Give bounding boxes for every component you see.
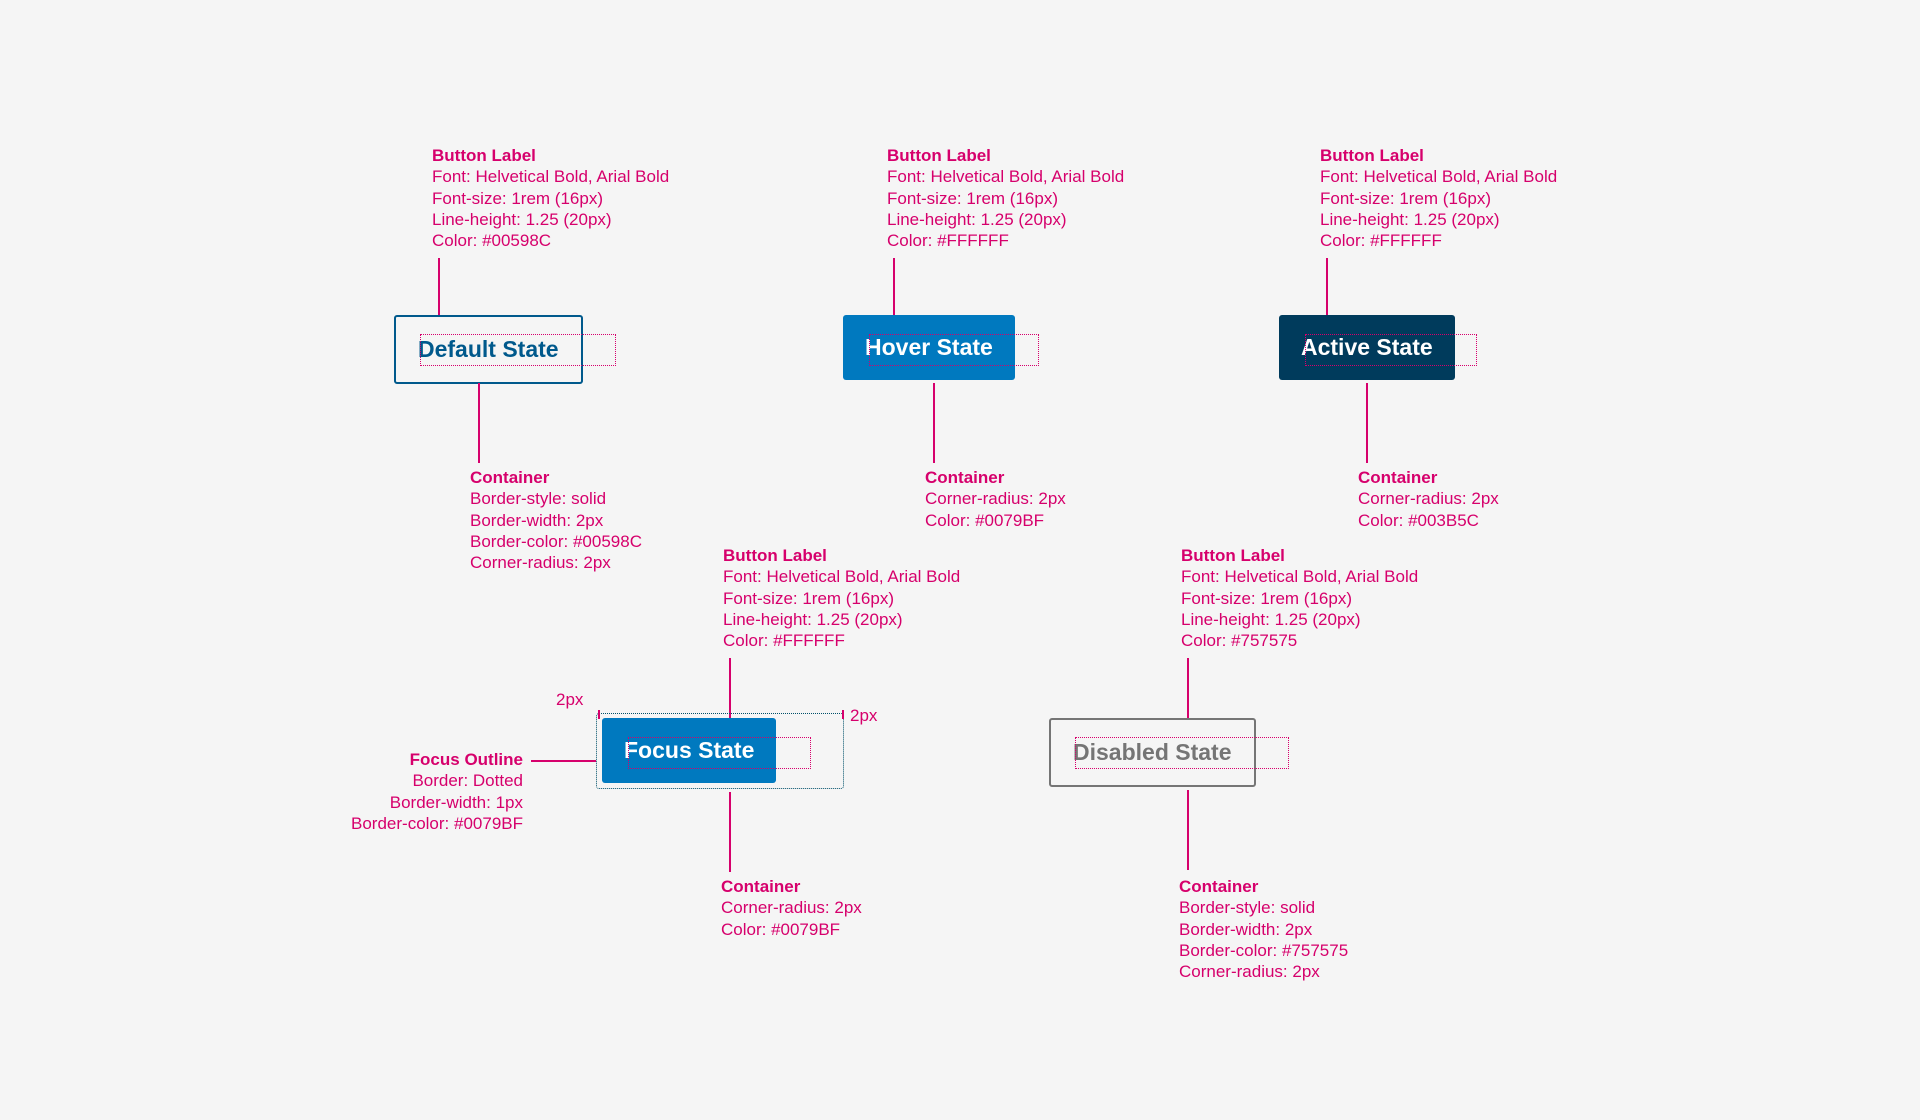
disabled-label-size: Font-size: 1rem (16px) [1181, 588, 1418, 609]
hover-container-head: Container [925, 467, 1066, 488]
focus-outline-l1: Border: Dotted [323, 770, 523, 791]
focus-container-anno: Container Corner-radius: 2px Color: #007… [721, 876, 862, 940]
default-container-anno: Container Border-style: solid Border-wid… [470, 467, 642, 573]
active-container-l2: Color: #003B5C [1358, 510, 1499, 531]
default-button-label: Default State [418, 336, 559, 362]
hover-container-l1: Corner-radius: 2px [925, 488, 1066, 509]
default-label-head: Button Label [432, 145, 669, 166]
active-label-anno: Button Label Font: Helvetical Bold, Aria… [1320, 145, 1557, 251]
focus-label-font: Font: Helvetical Bold, Arial Bold [723, 566, 960, 587]
guide-line [933, 383, 935, 463]
focus-outline-l3: Border-color: #0079BF [323, 813, 523, 834]
hover-state-button[interactable]: Hover State [843, 315, 1015, 380]
focus-gap-left-label: 2px [556, 690, 583, 710]
active-label-font: Font: Helvetical Bold, Arial Bold [1320, 166, 1557, 187]
default-label-font: Font: Helvetical Bold, Arial Bold [432, 166, 669, 187]
default-state-button[interactable]: Default State [394, 315, 583, 384]
disabled-container-l2: Border-width: 2px [1179, 919, 1348, 940]
default-label-size: Font-size: 1rem (16px) [432, 188, 669, 209]
default-container-l1: Border-style: solid [470, 488, 642, 509]
disabled-label-font: Font: Helvetical Bold, Arial Bold [1181, 566, 1418, 587]
hover-label-size: Font-size: 1rem (16px) [887, 188, 1124, 209]
hover-button-label: Hover State [865, 334, 993, 360]
disabled-label-anno: Button Label Font: Helvetical Bold, Aria… [1181, 545, 1418, 651]
guide-line [598, 710, 600, 719]
hover-label-lh: Line-height: 1.25 (20px) [887, 209, 1124, 230]
default-container-l2: Border-width: 2px [470, 510, 642, 531]
disabled-label-color: Color: #757575 [1181, 630, 1418, 651]
active-container-l1: Corner-radius: 2px [1358, 488, 1499, 509]
focus-container-l1: Corner-radius: 2px [721, 897, 862, 918]
hover-label-anno: Button Label Font: Helvetical Bold, Aria… [887, 145, 1124, 251]
disabled-container-l3: Border-color: #757575 [1179, 940, 1348, 961]
focus-label-lh: Line-height: 1.25 (20px) [723, 609, 960, 630]
disabled-container-l1: Border-style: solid [1179, 897, 1348, 918]
hover-label-font: Font: Helvetical Bold, Arial Bold [887, 166, 1124, 187]
active-state-button[interactable]: Active State [1279, 315, 1455, 380]
focus-outline-anno: Focus Outline Border: Dotted Border-widt… [323, 749, 523, 834]
guide-line [478, 383, 480, 463]
default-label-lh: Line-height: 1.25 (20px) [432, 209, 669, 230]
focus-gap-right-label: 2px [850, 706, 877, 726]
default-container-l4: Corner-radius: 2px [470, 552, 642, 573]
focus-label-color: Color: #FFFFFF [723, 630, 960, 651]
active-label-lh: Line-height: 1.25 (20px) [1320, 209, 1557, 230]
focus-label-anno: Button Label Font: Helvetical Bold, Aria… [723, 545, 960, 651]
focus-container-head: Container [721, 876, 862, 897]
focus-outline-l2: Border-width: 1px [323, 792, 523, 813]
active-label-color: Color: #FFFFFF [1320, 230, 1557, 251]
hover-label-head: Button Label [887, 145, 1124, 166]
default-label-anno: Button Label Font: Helvetical Bold, Aria… [432, 145, 669, 251]
disabled-container-anno: Container Border-style: solid Border-wid… [1179, 876, 1348, 982]
active-container-head: Container [1358, 467, 1499, 488]
hover-container-anno: Container Corner-radius: 2px Color: #007… [925, 467, 1066, 531]
disabled-label-head: Button Label [1181, 545, 1418, 566]
guide-line [1366, 383, 1368, 463]
default-label-color: Color: #00598C [432, 230, 669, 251]
disabled-container-head: Container [1179, 876, 1348, 897]
default-container-l3: Border-color: #00598C [470, 531, 642, 552]
guide-line [842, 710, 844, 719]
guide-line [729, 792, 731, 872]
guide-line [1187, 790, 1189, 870]
focus-container-l2: Color: #0079BF [721, 919, 862, 940]
active-label-head: Button Label [1320, 145, 1557, 166]
default-container-head: Container [470, 467, 642, 488]
active-button-label: Active State [1301, 334, 1433, 360]
focus-outline-head: Focus Outline [323, 749, 523, 770]
active-label-size: Font-size: 1rem (16px) [1320, 188, 1557, 209]
disabled-container-l4: Corner-radius: 2px [1179, 961, 1348, 982]
focus-label-head: Button Label [723, 545, 960, 566]
focus-state-button[interactable]: Focus State [602, 718, 776, 783]
active-container-anno: Container Corner-radius: 2px Color: #003… [1358, 467, 1499, 531]
hover-container-l2: Color: #0079BF [925, 510, 1066, 531]
focus-button-label: Focus State [624, 737, 754, 763]
guide-line [531, 760, 596, 762]
disabled-label-lh: Line-height: 1.25 (20px) [1181, 609, 1418, 630]
hover-label-color: Color: #FFFFFF [887, 230, 1124, 251]
disabled-button-label: Disabled State [1073, 739, 1232, 765]
disabled-state-button: Disabled State [1049, 718, 1256, 787]
focus-label-size: Font-size: 1rem (16px) [723, 588, 960, 609]
